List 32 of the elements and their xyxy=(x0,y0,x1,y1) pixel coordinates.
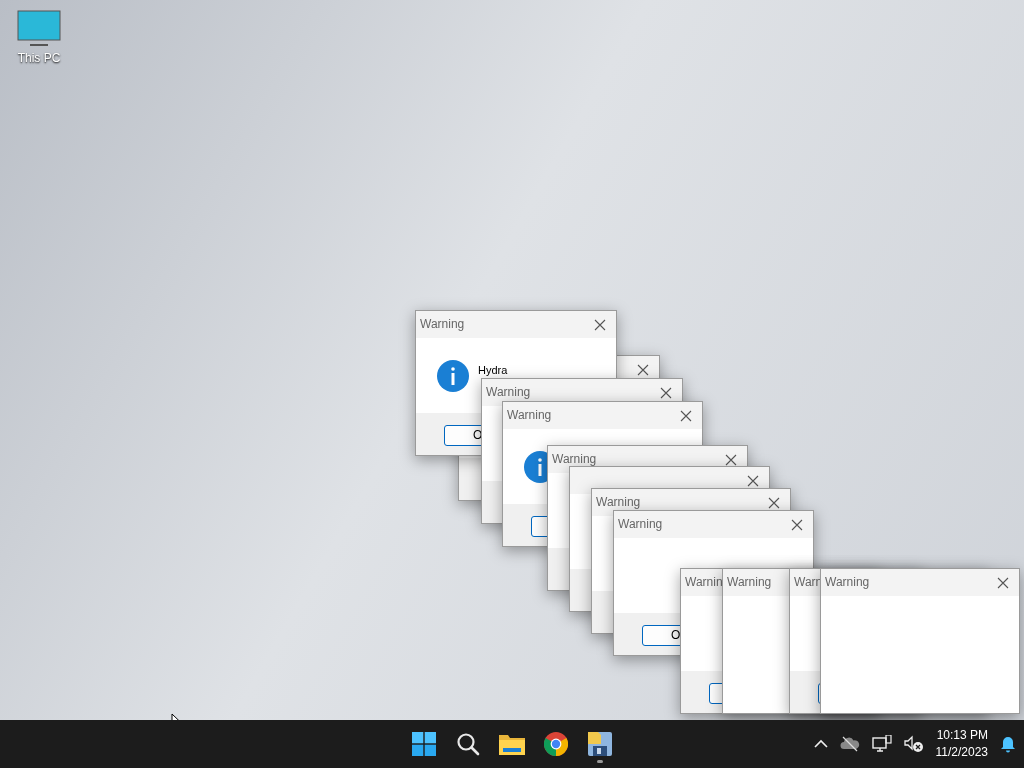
window-title: Warning xyxy=(552,451,597,467)
search-icon xyxy=(456,732,480,756)
close-icon[interactable] xyxy=(768,497,780,509)
window-title: Warnin xyxy=(685,574,723,590)
folder-icon xyxy=(499,733,525,755)
browser-icon xyxy=(544,732,568,756)
cloud-off-icon[interactable] xyxy=(839,736,860,752)
close-icon[interactable] xyxy=(660,387,672,399)
window-title: Warning xyxy=(486,384,531,400)
close-icon[interactable] xyxy=(637,364,649,376)
clock-button[interactable]: 10:13 PM 11/2/2023 xyxy=(935,727,988,761)
running-indicator xyxy=(597,760,603,763)
close-icon[interactable] xyxy=(997,577,1009,589)
close-icon[interactable] xyxy=(594,319,606,331)
window-title: Warning xyxy=(420,316,465,332)
windows-logo-icon xyxy=(412,732,436,756)
window-title: Warning xyxy=(618,516,663,532)
network-icon[interactable] xyxy=(871,735,892,753)
info-icon xyxy=(437,360,469,392)
window-title: Warning xyxy=(727,574,772,590)
close-icon[interactable] xyxy=(747,475,759,487)
close-icon[interactable] xyxy=(791,519,803,531)
window-title: Warning xyxy=(507,407,552,423)
speaker-muted-icon[interactable] xyxy=(903,735,924,753)
close-icon[interactable] xyxy=(725,454,737,466)
window-title: Warning xyxy=(825,574,870,590)
window-title: Warning xyxy=(596,494,641,510)
chevron-up-icon[interactable] xyxy=(813,739,828,749)
monitor-icon[interactable] xyxy=(17,10,61,48)
bell-icon[interactable] xyxy=(1000,735,1016,753)
message-text: Hydra xyxy=(478,363,508,377)
close-icon[interactable] xyxy=(680,410,692,422)
